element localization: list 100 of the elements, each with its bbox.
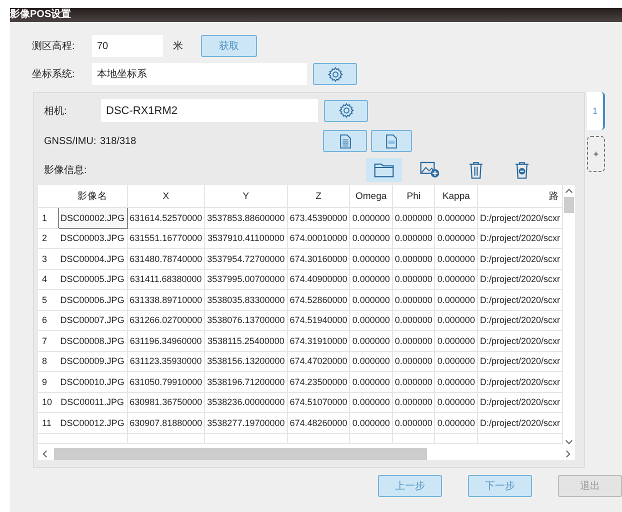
- table-cell: 0.000000: [434, 290, 478, 310]
- table-cell: DSC00009.JPG: [58, 351, 128, 372]
- table-cell: 3537995.00700000: [204, 269, 288, 290]
- table-cell: 3538115.25400000: [204, 330, 288, 351]
- table-cell: 0.000000: [350, 248, 392, 269]
- settings-button[interactable]: [313, 63, 357, 85]
- table-cell: D:/project/2020/scxr: [477, 412, 562, 433]
- add-tab-button[interactable]: +: [587, 136, 605, 172]
- table-cell: 0.000000: [350, 208, 392, 228]
- table-cell: DSC00005.JPG: [58, 269, 128, 290]
- table-cell: D:/project/2020/scxr: [477, 310, 562, 330]
- document-icon: [338, 134, 352, 148]
- table-cell: 0.000000: [350, 310, 392, 330]
- column-header[interactable]: Y: [204, 185, 288, 208]
- scroll-down-icon[interactable]: [565, 439, 573, 445]
- document-button[interactable]: [323, 130, 367, 152]
- table-cell: 631480.78740000: [127, 248, 205, 269]
- gnss-count: 318/318: [100, 136, 138, 146]
- table-cell: 0.000000: [434, 351, 478, 372]
- table-cell: 3538196.71200000: [204, 372, 288, 392]
- exif-button[interactable]: [371, 130, 412, 152]
- row-number: 8: [38, 351, 58, 372]
- table-cell: DSC00006.JPG: [58, 290, 128, 310]
- table-cell: 0.000000: [350, 412, 392, 433]
- elevation-field[interactable]: 70: [92, 35, 163, 57]
- table-cell: D:/project/2020/scxr: [477, 330, 562, 351]
- field-label: GNSS/IMU:: [44, 136, 98, 146]
- column-header[interactable]: 路: [477, 185, 562, 208]
- table-cell: 0.000000: [392, 412, 435, 433]
- table-cell: 0.000000: [392, 290, 435, 310]
- table-cell: D:/project/2020/scxr: [477, 351, 562, 372]
- table-cell: 673.45390000: [287, 208, 350, 228]
- table-cell: 0.000000: [350, 269, 392, 290]
- table-cell: 0.000000: [434, 269, 478, 290]
- table-cell: DSC00007.JPG: [58, 310, 128, 330]
- settings-button[interactable]: [324, 100, 368, 122]
- table-cell: 0.000000: [392, 248, 435, 269]
- exif-file-icon: [385, 134, 398, 148]
- settings-icon: [338, 102, 354, 119]
- table-cell: 674.23500000: [287, 372, 350, 392]
- column-header[interactable]: Kappa: [434, 185, 478, 208]
- window-title: 影像POS设置: [10, 9, 72, 21]
- table-cell: 0.000000: [434, 248, 478, 269]
- table-cell: 674.52860000: [287, 290, 350, 310]
- table-cell: 0.000000: [392, 351, 435, 372]
- open-folder-button[interactable]: [366, 158, 402, 182]
- table-cell: 0.000000: [392, 372, 435, 392]
- table-cell: DSC00004.JPG: [58, 248, 128, 269]
- table-cell: 630981.36750000: [127, 392, 205, 412]
- table-cell: 0.000000: [392, 392, 435, 412]
- table-cell: 631266.02700000: [127, 310, 205, 330]
- scroll-right-icon[interactable]: [565, 450, 571, 458]
- row-number: 2: [38, 228, 58, 248]
- scroll-left-icon[interactable]: [42, 450, 48, 458]
- scrollbar-thumb[interactable]: [564, 197, 574, 213]
- table-cell: 0.000000: [350, 228, 392, 248]
- table-cell: 3538156.13200000: [204, 351, 288, 372]
- table-cell: 674.51070000: [287, 392, 350, 412]
- table-cell: 0.000000: [350, 330, 392, 351]
- column-header[interactable]: Z: [287, 185, 350, 208]
- table-cell: 674.47020000: [287, 351, 350, 372]
- field-label: 影像信息:: [44, 164, 88, 177]
- scroll-up-icon[interactable]: [565, 188, 573, 194]
- column-header[interactable]: Omega: [350, 185, 392, 208]
- row-number: 4: [38, 269, 58, 290]
- table-cell: 0.000000: [434, 412, 478, 433]
- row-number: 7: [38, 330, 58, 351]
- table-cell: 3538277.19700000: [204, 412, 288, 433]
- table-cell: 0.000000: [350, 290, 392, 310]
- table-cell: DSC00003.JPG: [58, 228, 128, 248]
- camera-field[interactable]: DSC-RX1RM2: [101, 99, 318, 122]
- table-cell: 674.00010000: [287, 228, 350, 248]
- table-cell: 674.31910000: [287, 330, 350, 351]
- table-cell: 0.000000: [434, 208, 478, 228]
- table-cell: 3538076.13700000: [204, 310, 288, 330]
- folder-icon: [374, 161, 394, 179]
- field-label: 测区高程:: [32, 40, 76, 53]
- unit-label: 米: [173, 40, 183, 53]
- page-tab[interactable]: 1: [587, 92, 605, 130]
- column-header[interactable]: X: [127, 185, 205, 208]
- table-cell: D:/project/2020/scxr: [477, 392, 562, 412]
- column-header[interactable]: Phi: [392, 185, 435, 208]
- field-label: 相机:: [44, 104, 68, 118]
- table-cell: 0.000000: [434, 392, 478, 412]
- table-cell: 631411.68380000: [127, 269, 205, 290]
- table-cell: D:/project/2020/scxr: [477, 290, 562, 310]
- table-cell: 3538035.83300000: [204, 290, 288, 310]
- row-number: 5: [38, 290, 58, 310]
- table-cell: 0.000000: [434, 372, 478, 392]
- row-number: 11: [38, 412, 58, 433]
- coordinate-system-field[interactable]: 本地坐标系: [92, 63, 307, 85]
- table-cell: DSC00012.JPG: [58, 412, 128, 433]
- table-cell: 0.000000: [434, 330, 478, 351]
- scrollbar-thumb[interactable]: [54, 448, 427, 460]
- table-cell: DSC00002.JPG: [58, 208, 128, 228]
- table-cell: 631196.34960000: [127, 330, 205, 351]
- table-cell: 0.000000: [434, 310, 478, 330]
- table-cell: DSC00008.JPG: [58, 330, 128, 351]
- table-cell: 0.000000: [392, 228, 435, 248]
- table-cell: 674.40900000: [287, 269, 350, 290]
